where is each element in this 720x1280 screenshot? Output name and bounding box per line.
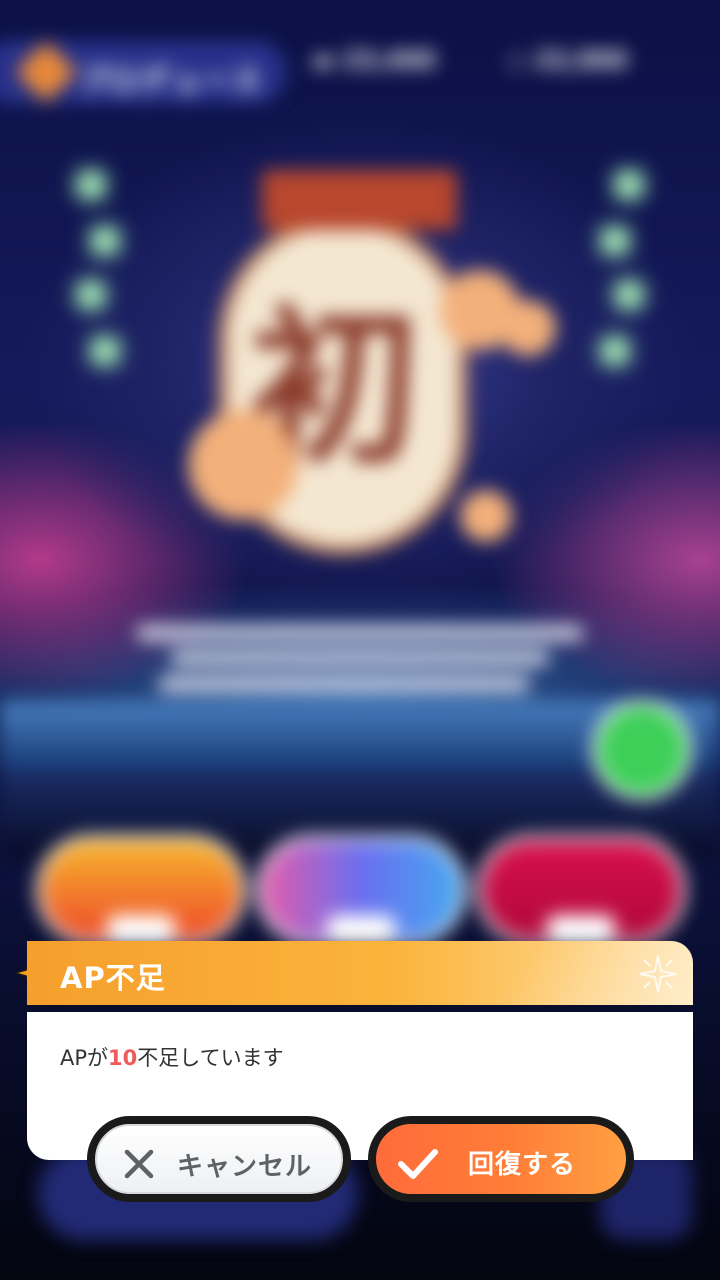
description-line bbox=[136, 625, 584, 641]
mode-cost-tag bbox=[106, 915, 176, 939]
produce-header-label: プロデュース bbox=[78, 64, 263, 99]
stage-light bbox=[78, 282, 104, 308]
chat-bubble-icon bbox=[592, 700, 692, 800]
flower-decoration bbox=[460, 490, 512, 542]
flower-decoration bbox=[188, 410, 298, 520]
close-icon bbox=[124, 1149, 154, 1179]
stage-light bbox=[92, 228, 118, 254]
stage-light bbox=[616, 172, 642, 198]
description-line bbox=[170, 650, 550, 666]
mode-cost-tag bbox=[546, 915, 616, 939]
mode-cost-tag bbox=[326, 915, 396, 939]
cancel-button[interactable]: キャンセル bbox=[87, 1116, 351, 1202]
recover-button-label: 回復する bbox=[468, 1150, 577, 1180]
dialog-message: APが10不足しています bbox=[60, 1042, 284, 1072]
message-prefix: APが bbox=[60, 1046, 109, 1070]
event-logo-ribbon bbox=[262, 170, 457, 230]
flower-decoration bbox=[500, 300, 556, 356]
dialog-header: AP不足 bbox=[27, 941, 693, 1005]
currency-stat-1: ▬ 23,400 bbox=[312, 46, 436, 74]
sparkle-decoration-icon bbox=[639, 955, 677, 993]
stage-light bbox=[602, 338, 628, 364]
recover-button-face[interactable]: 回復する bbox=[376, 1124, 626, 1194]
shortage-amount: 10 bbox=[108, 1046, 138, 1070]
stage-light bbox=[602, 228, 628, 254]
stage-light bbox=[616, 282, 642, 308]
dialog-title: AP不足 bbox=[60, 961, 166, 995]
message-suffix: 不足しています bbox=[137, 1046, 284, 1070]
cancel-button-label: キャンセル bbox=[177, 1152, 313, 1182]
stage-light bbox=[78, 172, 104, 198]
check-icon bbox=[398, 1149, 438, 1179]
recover-button[interactable]: 回復する bbox=[368, 1116, 634, 1202]
description-line bbox=[158, 676, 530, 692]
currency-stat-2: ◇ 22,000 bbox=[508, 46, 628, 74]
cancel-button-face[interactable]: キャンセル bbox=[95, 1124, 343, 1194]
stage-light bbox=[92, 338, 118, 364]
